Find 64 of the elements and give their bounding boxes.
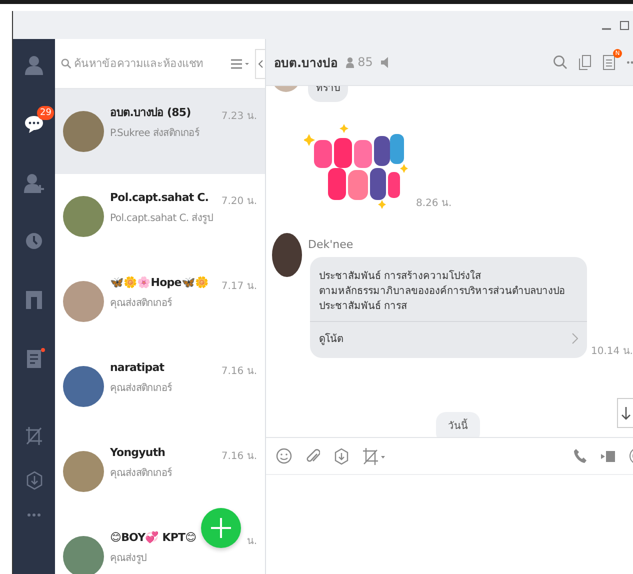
chat-list-item[interactable]: 😊BOY💞 KPT😊 คุณส่งรูป น. <box>55 514 265 574</box>
paperclip-icon[interactable] <box>306 448 320 464</box>
date-label: วันนี้ <box>436 412 480 437</box>
message-time: 7.17 น. <box>221 280 257 293</box>
phone-icon[interactable] <box>574 449 587 463</box>
chat-list-item[interactable]: Yongyuth คุณส่งสติกเกอร์ 7.16 น. <box>55 429 265 514</box>
crop-icon[interactable] <box>363 448 385 464</box>
person-icon[interactable] <box>25 55 43 75</box>
avatar-photo <box>272 233 302 277</box>
note-icon[interactable] <box>603 54 615 70</box>
chevron-left-icon <box>258 60 263 68</box>
message-time: 8.26 น. <box>416 197 452 210</box>
note-text: ประชาสัมพันธ์ การสร้างความโปร่งใส ตามหลักธรรมาภิบาลขององค์การบริหารส่วนตำบลบางปอ ประชาสัมพันธ์ การส <box>310 257 587 322</box>
message-time: น. <box>246 535 257 548</box>
scroll-down-button[interactable] <box>617 398 633 428</box>
unread-badge: 29 <box>37 106 54 120</box>
new-chat-button[interactable] <box>201 508 241 548</box>
plus-icon <box>211 518 231 538</box>
maximize-icon[interactable] <box>620 20 629 30</box>
sender-name: Dek'nee <box>308 237 354 251</box>
message-preview: คุณส่งสติกเกอร์ <box>110 381 172 396</box>
download-icon[interactable] <box>26 471 42 490</box>
chat-list-item[interactable]: Pol.capt.sahat C. Pol.capt.sahat C. ส่งรูป 7.20 น. <box>55 174 265 259</box>
message-time: 7.20 น. <box>221 195 257 208</box>
chat-name: 🦋🌼🌸Hope🦋🌼 <box>110 275 208 291</box>
view-note-link[interactable]: ดูโน้ต <box>310 322 587 358</box>
arrow-down-icon <box>621 406 631 420</box>
message-preview: P.Sukree ส่งสติกเกอร์ <box>110 126 200 141</box>
video-icon[interactable] <box>601 450 615 462</box>
more-icon[interactable] <box>627 60 633 64</box>
chat-name: 😊BOY💞 KPT😊 <box>110 530 196 546</box>
message-time: 10.14 น. <box>591 345 633 358</box>
message-preview: คุณส่งรูป <box>110 552 146 566</box>
smile-icon[interactable] <box>276 448 292 464</box>
add-person-icon[interactable] <box>24 173 44 193</box>
member-count: 85 <box>358 55 373 69</box>
chat-title: อบต.บางปอ <box>274 54 338 72</box>
collapse-button[interactable] <box>255 48 265 78</box>
clock-icon[interactable] <box>25 232 43 250</box>
speaker-icon[interactable] <box>380 56 391 68</box>
search-icon <box>61 58 72 69</box>
message-preview: คุณส่งสติกเกอร์ <box>110 296 172 311</box>
chat-name: อบต.บางปอ (85) <box>110 105 191 121</box>
chat-list-item[interactable]: 🦋🌼🌸Hope🦋🌼 คุณส่งสติกเกอร์ 7.17 น. <box>55 259 265 344</box>
more-icon[interactable] <box>27 513 41 517</box>
message-time: 7.16 น. <box>221 365 257 378</box>
crop-icon[interactable] <box>26 427 42 445</box>
chat-list-item[interactable]: naratipat คุณส่งสติกเกอร์ 7.16 น. <box>55 344 265 429</box>
search-icon[interactable] <box>553 55 567 69</box>
menu-icon[interactable] <box>231 58 251 68</box>
person-icon <box>346 56 354 68</box>
message-preview: Pol.capt.sahat C. ส่งรูป <box>110 212 212 226</box>
message-time: 7.16 น. <box>221 450 257 463</box>
copy-icon[interactable] <box>579 54 591 70</box>
chat-icon[interactable] <box>24 114 44 134</box>
chat-name: Yongyuth <box>110 445 166 461</box>
message-time: 7.23 น. <box>221 110 257 123</box>
chevron-right-icon <box>572 333 578 344</box>
message-preview: คุณส่งสติกเกอร์ <box>110 466 172 481</box>
chat-name: Pol.capt.sahat C. <box>110 190 209 206</box>
download-icon[interactable] <box>334 448 349 464</box>
chat-name: naratipat <box>110 360 164 376</box>
note-icon[interactable] <box>27 350 41 368</box>
chat-list-item[interactable]: อบต.บางปอ (85) P.Sukree ส่งสติกเกอร์ 7.23 น. <box>55 89 265 174</box>
